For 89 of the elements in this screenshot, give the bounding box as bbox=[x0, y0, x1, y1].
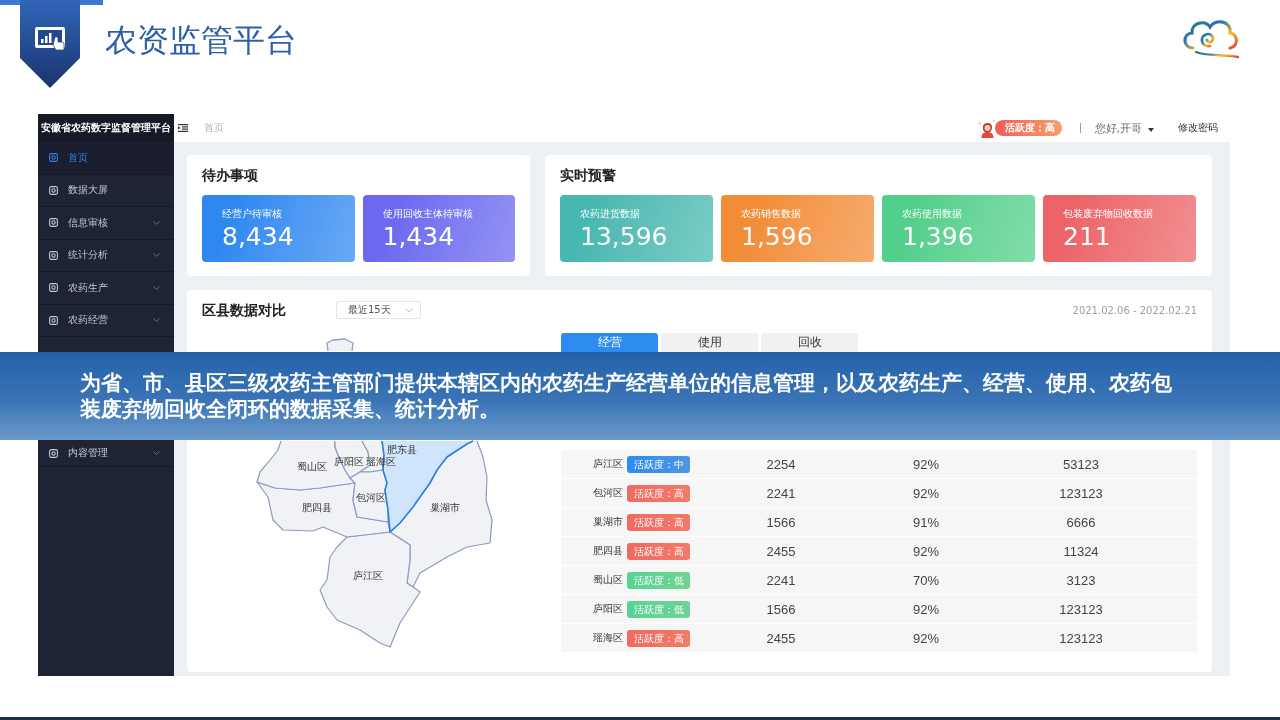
table-cell-text: 蜀山区 bbox=[592, 573, 624, 587]
chevron-down-icon bbox=[153, 318, 160, 323]
map-label: 庐阳区 bbox=[334, 455, 364, 467]
sidebar-title: 安徽省农药数字监督管理平台 bbox=[38, 114, 174, 142]
map-label: 肥四县 bbox=[302, 501, 332, 513]
panel-title: 实时预警 bbox=[560, 167, 617, 183]
tile-label: 包装废弃物回收数据 bbox=[1063, 208, 1154, 220]
map-label: 巢湖市 bbox=[430, 501, 460, 513]
table-cell-text: 53123 bbox=[1061, 456, 1101, 472]
map-region[interactable] bbox=[256, 440, 356, 491]
square-dot-icon bbox=[49, 153, 58, 163]
tile-value: 8,434 bbox=[222, 222, 295, 252]
table-cell-text: 70% bbox=[912, 572, 940, 588]
table-cell-text: 庐江区 bbox=[592, 457, 624, 471]
map-label: 肥东县 bbox=[387, 443, 417, 455]
table-cell-text: 92% bbox=[912, 630, 940, 646]
chevron-down-icon bbox=[153, 451, 160, 455]
tile-value: 1,396 bbox=[902, 222, 975, 252]
tile-value: 1,596 bbox=[741, 222, 814, 252]
map-label: 蜀山区 bbox=[297, 460, 327, 472]
table-cell-text: 庐阳区 bbox=[592, 602, 624, 616]
date-range: 2021.02.06 - 2022.02.21 bbox=[1072, 304, 1197, 316]
chevron-down-icon bbox=[153, 220, 160, 225]
activity-badge: 活跃度：高 bbox=[627, 542, 690, 560]
change-password-link[interactable]: 修改密码 bbox=[1178, 121, 1218, 135]
table-cell-text: 3123 bbox=[1065, 572, 1097, 588]
table-cell-text: 92% bbox=[912, 601, 940, 617]
chevron-down-icon bbox=[405, 307, 413, 313]
table-cell-text: 2254 bbox=[765, 456, 797, 472]
panel-title: 区县数据对比 bbox=[202, 302, 286, 318]
table-cell-text: 91% bbox=[912, 514, 940, 530]
activity-badge: 活跃度：高 bbox=[627, 629, 690, 647]
square-dot-icon bbox=[49, 283, 58, 293]
table-cell-text: 包河区 bbox=[592, 486, 624, 500]
tile-label: 农药进货数据 bbox=[580, 208, 641, 220]
table-cell-text: 肥四县 bbox=[592, 544, 624, 558]
table-cell-text: 巢湖市 bbox=[592, 515, 624, 529]
table-cell-text: 92% bbox=[912, 485, 940, 501]
table-cell-text: 2241 bbox=[765, 572, 797, 588]
banner-text: 为省、市、县区三级农药主管部门提供本辖区内的农药生产经营单位的信息管理，以及农药生产、经营、使用、农药包装废弃物回收全闭环的数据采集、统计分析。 bbox=[80, 370, 1173, 422]
table-cell-text: 2455 bbox=[765, 630, 797, 646]
page-title: 农资监管平台 bbox=[105, 21, 297, 59]
map-region[interactable] bbox=[349, 469, 389, 523]
table-cell-text: 11324 bbox=[1062, 543, 1100, 559]
tile-label: 使用回收主体待审核 bbox=[382, 208, 474, 220]
activity-badge: 活跃度：低 bbox=[627, 571, 690, 589]
tile-label: 经营户待审核 bbox=[222, 208, 283, 220]
square-dot-icon bbox=[49, 315, 58, 325]
tile-label: 农药使用数据 bbox=[902, 208, 963, 220]
table-cell-text: 6666 bbox=[1065, 514, 1097, 530]
tile-label: 农药销售数据 bbox=[741, 208, 802, 220]
period-dropdown[interactable]: 最近15天 bbox=[336, 301, 421, 319]
person-icon bbox=[977, 118, 997, 138]
square-dot-icon bbox=[49, 448, 58, 458]
caret-icon[interactable] bbox=[1148, 127, 1154, 132]
chevron-down-icon bbox=[153, 253, 160, 258]
table-cell-text: 2455 bbox=[765, 543, 797, 559]
table-cell-text: 123123 bbox=[1058, 630, 1104, 646]
chevron-down-icon bbox=[153, 285, 160, 290]
activity-badge: 活跃度：高 bbox=[627, 484, 690, 502]
menu-icon[interactable] bbox=[178, 124, 188, 132]
tab[interactable]: 使用 bbox=[661, 333, 758, 352]
square-dot-icon bbox=[49, 250, 58, 260]
sidebar-item[interactable]: 首页 bbox=[38, 142, 174, 175]
table-cell-text: 1566 bbox=[765, 601, 797, 617]
user-menu[interactable]: 您好,开哥 bbox=[1094, 120, 1142, 136]
map-region[interactable] bbox=[256, 481, 391, 538]
tile-value: 1,434 bbox=[382, 222, 456, 252]
activity-badge: 活跃度：高 bbox=[627, 513, 690, 531]
activity-badge: 活跃度：中 bbox=[627, 455, 690, 473]
activity-badge: 活跃度：高 bbox=[994, 120, 1062, 136]
tab[interactable]: 回收 bbox=[761, 333, 858, 352]
table-cell-text: 123123 bbox=[1058, 485, 1104, 501]
panel-title: 待办事项 bbox=[202, 167, 259, 183]
map-region[interactable] bbox=[326, 338, 354, 352]
map-label: 庐江区 bbox=[353, 569, 383, 581]
table-cell-text: 123123 bbox=[1058, 601, 1104, 617]
activity-badge: 活跃度：低 bbox=[627, 600, 690, 618]
tile-value: 13,596 bbox=[580, 222, 669, 252]
table-cell-text: 92% bbox=[912, 456, 940, 472]
square-dot-icon bbox=[49, 185, 58, 195]
map-region[interactable] bbox=[319, 531, 421, 648]
table-cell-text: 2241 bbox=[765, 485, 797, 501]
table-cell-text: 瑶海区 bbox=[592, 631, 624, 645]
map-label: 包河区 bbox=[356, 491, 386, 503]
square-dot-icon bbox=[49, 218, 58, 228]
tile-value: 211 bbox=[1063, 222, 1112, 252]
table-cell-text: 1566 bbox=[765, 514, 797, 530]
table-cell-text: 92% bbox=[912, 543, 940, 559]
